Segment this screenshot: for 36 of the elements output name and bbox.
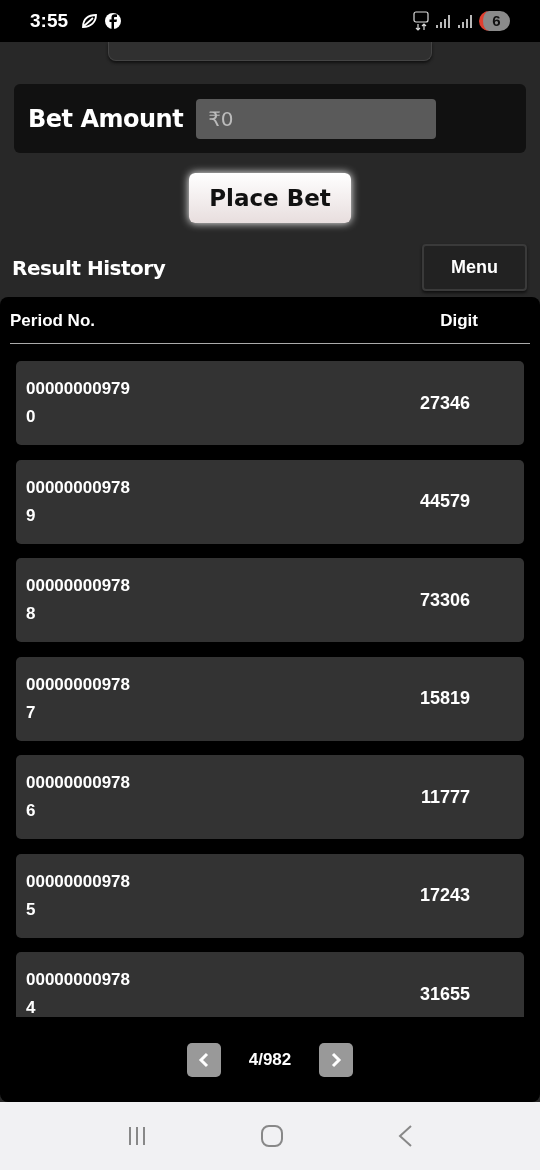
battery-level: 6 — [479, 11, 510, 31]
period-number: 000000009789 — [26, 476, 130, 527]
leaf-icon — [80, 12, 99, 30]
result-history-title: Result History — [12, 255, 166, 280]
column-header: Period No. — [10, 311, 95, 331]
result-digit: 31655 — [419, 983, 470, 1005]
result-digit: 11777 — [420, 786, 470, 808]
period-number: 000000009787 — [26, 673, 130, 724]
menu-button[interactable]: Menu — [422, 244, 527, 291]
period-number: 000000009785 — [26, 870, 130, 921]
chevron-left-icon — [197, 1051, 210, 1068]
back-icon[interactable] — [396, 1124, 414, 1148]
column-header: Digit — [440, 311, 478, 331]
recent-apps-icon[interactable] — [126, 1125, 148, 1147]
previous-page-button[interactable] — [186, 1042, 221, 1077]
clock: 3:55 — [30, 10, 69, 32]
result-digit: 27346 — [419, 392, 470, 414]
next-page-button[interactable] — [319, 1042, 354, 1077]
facebook-icon — [104, 12, 123, 30]
bet-amount-field[interactable]: ₹0 — [196, 98, 437, 139]
period-number: 000000009788 — [26, 575, 130, 625]
period-number: 000000009790 — [26, 378, 130, 428]
result-digit: 15819 — [419, 688, 470, 709]
result-digit: 73306 — [419, 589, 470, 611]
period-number: 000000009784 — [26, 969, 130, 1017]
period-number: 000000009786 — [26, 772, 130, 822]
signal-icon — [435, 13, 451, 29]
result-digit: 17243 — [419, 885, 470, 906]
result-digit: 44579 — [419, 491, 470, 512]
bet-amount-label: Bet Amount — [28, 104, 184, 133]
network-icon — [413, 11, 429, 31]
signal-icon — [457, 13, 473, 29]
home-icon[interactable] — [260, 1124, 284, 1148]
chevron-right-icon — [330, 1051, 343, 1068]
page-indicator: 4/982 — [248, 1049, 292, 1070]
place-bet-button[interactable]: Place Bet — [189, 173, 351, 223]
